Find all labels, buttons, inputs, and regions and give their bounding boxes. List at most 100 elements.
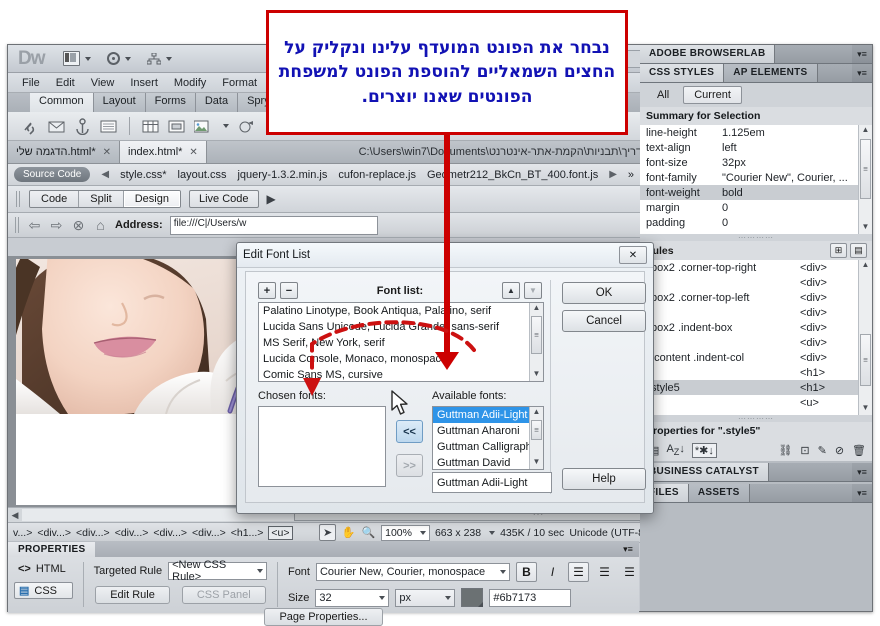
tag-0[interactable]: v...> xyxy=(13,527,32,539)
table-icon[interactable] xyxy=(142,118,159,135)
tab-assets[interactable]: ASSETS xyxy=(688,484,750,502)
insert-div-tag-icon[interactable] xyxy=(168,118,185,135)
scroll-up-icon[interactable]: ▲ xyxy=(530,407,543,419)
align-left-button[interactable]: ☰ xyxy=(567,562,589,582)
document-tab-hadgama[interactable]: הדגמה שלי.html* ✕ xyxy=(8,141,120,163)
panel-menu-icon[interactable]: ▾≡ xyxy=(852,484,872,502)
scroll-thumb[interactable] xyxy=(531,420,542,440)
tab-adobe-browserlab[interactable]: ADOBE BROWSERLAB xyxy=(640,45,776,63)
rule-row[interactable]: *<div> xyxy=(640,275,872,290)
close-icon[interactable]: ✕ xyxy=(189,147,197,158)
window-size-value[interactable]: 663 x 238 xyxy=(435,527,481,539)
scroll-left-icon[interactable]: ◀ xyxy=(101,169,109,180)
extend-settings-button[interactable] xyxy=(102,50,136,67)
rule-row[interactable]: *<h1> xyxy=(640,365,872,380)
menu-item-view[interactable]: View xyxy=(83,76,123,90)
summary-row[interactable]: font-family "Courier New", Courier, ... xyxy=(640,170,872,185)
rule-row[interactable]: .box2 .indent-box <div> xyxy=(640,320,872,335)
toolbar-grip[interactable] xyxy=(16,191,21,207)
scroll-down-icon[interactable]: ▼ xyxy=(859,222,872,234)
toolbar-grip[interactable] xyxy=(15,217,20,233)
tag-3[interactable]: <div...> xyxy=(115,527,149,539)
insert-tab-common[interactable]: Common xyxy=(30,93,94,112)
scroll-thumb[interactable] xyxy=(860,334,871,386)
ok-button[interactable]: OK xyxy=(562,282,646,304)
help-button[interactable]: Help xyxy=(562,468,646,490)
disable-property-icon[interactable]: ⊘ xyxy=(835,444,844,457)
css-scope-current[interactable]: Current xyxy=(683,86,742,104)
scroll-down-icon[interactable]: ▼ xyxy=(530,457,543,469)
home-icon[interactable]: ⌂ xyxy=(93,217,108,233)
related-file-jquery[interactable]: jquery-1.3.2.min.js xyxy=(237,169,327,181)
insert-tab-layout[interactable]: Layout xyxy=(93,93,146,112)
css-mode-button[interactable]: ▤ CSS xyxy=(14,582,73,599)
menu-item-format[interactable]: Format xyxy=(214,76,265,90)
menu-item-insert[interactable]: Insert xyxy=(122,76,166,90)
stop-icon[interactable]: ⊗ xyxy=(71,217,86,233)
related-file-source-code[interactable]: Source Code xyxy=(14,167,91,182)
edit-style-icon[interactable]: ✎ xyxy=(818,444,827,457)
back-arrow-icon[interactable]: ⇦ xyxy=(27,217,42,233)
summary-row[interactable]: line-height 1.125em xyxy=(640,125,872,140)
move-left-button[interactable]: << xyxy=(396,420,423,443)
rule-row[interactable]: *<u> xyxy=(640,395,872,410)
targeted-rule-select[interactable]: <New CSS Rule> xyxy=(168,559,268,583)
font-list-scrollbar[interactable]: ▲ ▼ xyxy=(529,303,543,381)
tab-business-catalyst[interactable]: BUSINESS CATALYST xyxy=(640,463,769,481)
rule-row[interactable]: *<div> xyxy=(640,305,872,320)
address-input[interactable]: file:///C|/Users/w xyxy=(169,215,378,235)
scroll-up-icon[interactable]: ▲ xyxy=(859,125,872,137)
menu-item-file[interactable]: File xyxy=(14,76,48,90)
move-right-button[interactable]: >> xyxy=(396,454,423,477)
bold-button[interactable]: B xyxy=(515,562,537,582)
menu-item-modify[interactable]: Modify xyxy=(166,76,214,90)
tag-2[interactable]: <div...> xyxy=(76,527,110,539)
related-files-overflow[interactable]: » xyxy=(628,169,634,181)
view-mode-split[interactable]: Split xyxy=(79,191,124,207)
scroll-up-icon[interactable]: ▲ xyxy=(530,303,543,315)
summary-row[interactable]: padding 0 xyxy=(640,215,872,230)
attach-stylesheet-icon[interactable]: ⛓ xyxy=(778,444,792,457)
named-anchor-icon[interactable] xyxy=(74,117,91,135)
panel-menu-icon[interactable]: ▾≡ xyxy=(852,64,872,82)
page-properties-button[interactable]: Page Properties... xyxy=(264,608,383,626)
new-rule-icon[interactable]: ▤ xyxy=(850,243,867,258)
move-up-button[interactable]: ▲ xyxy=(502,282,520,299)
font-family-select[interactable]: Courier New, Courier, monospace xyxy=(315,563,510,581)
site-button[interactable] xyxy=(142,51,177,67)
tag-5[interactable]: <div...> xyxy=(192,527,226,539)
panel-menu-icon[interactable]: ▾≡ xyxy=(617,544,639,555)
edit-rule-button[interactable]: Edit Rule xyxy=(95,586,170,604)
scroll-left-icon[interactable]: ◀ xyxy=(8,510,22,521)
alphabetical-view-icon[interactable]: AZ↓ xyxy=(666,443,684,457)
panel-splitter[interactable]: ⋯⋯⋯⋯ xyxy=(640,233,872,242)
rule-row[interactable]: .box2 .corner-top-left <div> xyxy=(640,290,872,305)
font-name-input[interactable]: Guttman Adii-Light xyxy=(432,472,552,493)
new-css-rule-icon[interactable]: ⊡ xyxy=(800,444,809,457)
hand-tool-icon[interactable]: ✋ xyxy=(341,525,356,540)
color-hex-input[interactable]: #6b7173 xyxy=(489,588,572,607)
summary-row[interactable]: margin 0 xyxy=(640,200,872,215)
dialog-close-button[interactable]: ✕ xyxy=(619,246,647,264)
scroll-right-icon[interactable]: ▶ xyxy=(609,169,617,180)
insert-tab-forms[interactable]: Forms xyxy=(145,93,196,112)
available-fonts-scrollbar[interactable]: ▲ ▼ xyxy=(529,407,543,469)
scroll-thumb[interactable] xyxy=(860,139,871,199)
insert-media-icon[interactable] xyxy=(238,118,255,135)
set-properties-view-icon[interactable]: *✱↓ xyxy=(691,443,717,458)
related-file-geometr[interactable]: Geometr212_BkCn_BT_400.font.js xyxy=(427,169,598,181)
related-file-style-css[interactable]: style.css* xyxy=(120,169,166,181)
available-font-item[interactable]: Guttman Aharoni xyxy=(433,423,543,439)
summary-row[interactable]: font-size 32px xyxy=(640,155,872,170)
html-mode-button[interactable]: <> HTML xyxy=(14,562,73,576)
view-mode-design[interactable]: Design xyxy=(123,191,180,207)
move-down-button[interactable]: ▼ xyxy=(524,282,542,299)
forward-arrow-icon[interactable]: ⇨ xyxy=(49,217,64,233)
properties-tab-label[interactable]: PROPERTIES xyxy=(8,541,96,557)
menu-item-edit[interactable]: Edit xyxy=(48,76,83,90)
live-code-button[interactable]: Live Code xyxy=(188,190,259,208)
available-fonts-list[interactable]: Guttman Adii-Light Guttman Aharoni Guttm… xyxy=(432,406,544,470)
layout-switcher-button[interactable] xyxy=(58,49,96,68)
tab-ap-elements[interactable]: AP ELEMENTS xyxy=(724,64,818,82)
insert-image-icon[interactable] xyxy=(194,118,211,135)
